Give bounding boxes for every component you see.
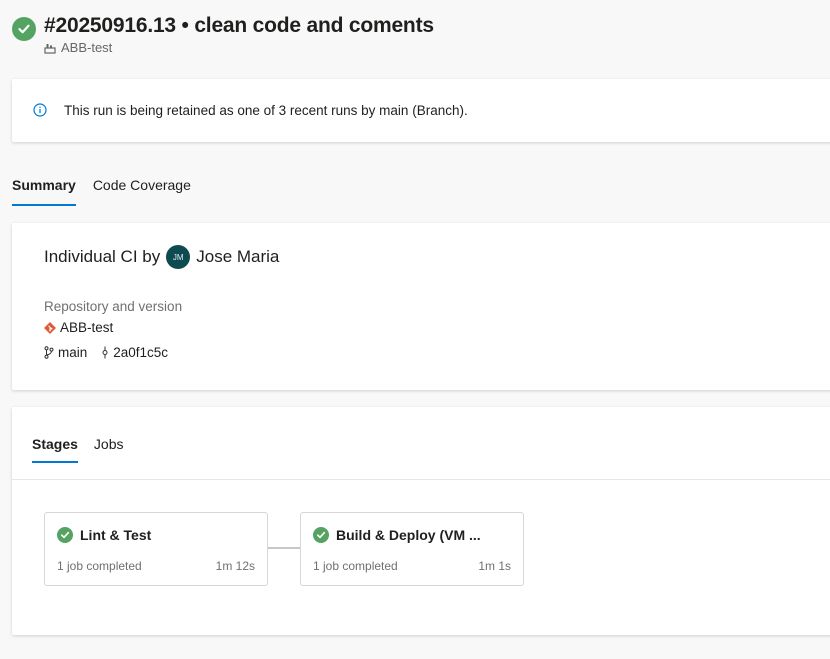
- stages-card: Stages Jobs Lint & Test 1 job completed …: [12, 407, 830, 635]
- pipeline-icon: [44, 43, 56, 54]
- tab-jobs[interactable]: Jobs: [94, 436, 124, 452]
- success-check-icon: [57, 527, 73, 543]
- stage-tabs: Stages Jobs: [32, 436, 140, 463]
- git-repo-icon: [44, 321, 56, 334]
- branch-icon: [44, 346, 54, 359]
- pipeline-name: ABB-test: [61, 40, 113, 55]
- trigger-text: Individual CI by: [44, 247, 161, 266]
- commit-icon: [102, 346, 108, 359]
- summary-card: Individual CI by JM Jose Maria Repositor…: [12, 223, 830, 390]
- pipeline-link[interactable]: ABB-test: [44, 40, 112, 55]
- stage-duration: 1m 12s: [215, 559, 255, 573]
- stage-job-count: 1 job completed: [313, 559, 398, 573]
- tab-code-coverage[interactable]: Code Coverage: [93, 175, 191, 207]
- retention-banner: This run is being retained as one of 3 r…: [12, 79, 830, 142]
- tab-stages[interactable]: Stages: [32, 436, 78, 463]
- stage-name: Build & Deploy (VM ...: [336, 527, 481, 543]
- version-row: main 2a0f1c5c: [44, 345, 182, 360]
- run-title: #20250916.13 • clean code and coments: [44, 14, 434, 37]
- user-name[interactable]: Jose Maria: [196, 247, 279, 267]
- trigger-line: Individual CI by JM Jose Maria: [44, 245, 279, 269]
- commit-link[interactable]: 2a0f1c5c: [101, 345, 168, 360]
- divider: [12, 479, 830, 480]
- stage-duration: 1m 1s: [478, 559, 511, 573]
- avatar: JM: [166, 245, 191, 269]
- stage-build-deploy[interactable]: Build & Deploy (VM ... 1 job completed 1…: [300, 512, 524, 586]
- repo-link[interactable]: ABB-test: [44, 320, 113, 335]
- stage-lint-test[interactable]: Lint & Test 1 job completed 1m 12s: [44, 512, 268, 586]
- success-check-icon: [12, 17, 36, 41]
- stage-name: Lint & Test: [80, 527, 152, 543]
- commit-hash: 2a0f1c5c: [113, 345, 169, 360]
- branch-link[interactable]: main: [44, 345, 87, 360]
- repo-name: ABB-test: [60, 320, 114, 335]
- stage-connector: [268, 547, 300, 549]
- repo-label: Repository and version: [44, 299, 183, 314]
- branch-name: main: [58, 345, 88, 360]
- info-icon: [33, 103, 47, 117]
- main-tabs: Summary Code Coverage: [12, 175, 208, 207]
- success-check-icon: [313, 527, 329, 543]
- tab-summary[interactable]: Summary: [12, 175, 76, 207]
- stage-job-count: 1 job completed: [57, 559, 142, 573]
- retention-message: This run is being retained as one of 3 r…: [64, 103, 468, 118]
